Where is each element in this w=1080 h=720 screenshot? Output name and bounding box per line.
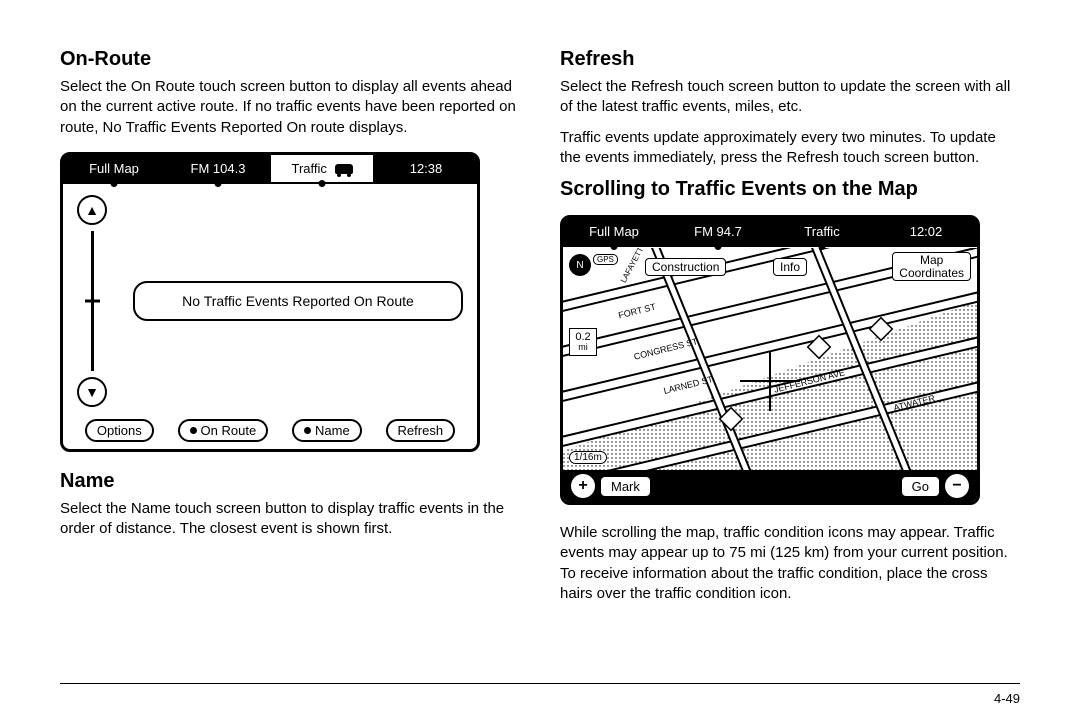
on-route-button[interactable]: On Route	[178, 419, 269, 442]
tab-full-map[interactable]: Full Map	[63, 155, 167, 182]
page-number: 4-49	[994, 691, 1020, 706]
paragraph-refresh-1: Select the Refresh touch screen button t…	[560, 77, 1020, 118]
button-label: Refresh	[398, 423, 444, 438]
zoom-in-button[interactable]: +	[571, 474, 595, 498]
tab-full-map[interactable]: Full Map	[563, 218, 667, 245]
right-column: Refresh Select the Refresh touch screen …	[560, 40, 1020, 680]
heading-on-route: On-Route	[60, 48, 520, 71]
tab-radio[interactable]: FM 94.7	[667, 218, 771, 245]
active-dot-icon	[304, 427, 311, 434]
nav-screen-traffic-list: Full Map FM 104.3 Traffic 12:38	[60, 152, 480, 452]
tab-bar: Full Map FM 104.3 Traffic 12:38	[63, 155, 477, 184]
heading-refresh: Refresh	[560, 48, 1020, 71]
compass-icon[interactable]: N	[569, 254, 591, 276]
info-button[interactable]: Info	[773, 258, 807, 276]
tab-label: Traffic	[804, 224, 839, 239]
button-label: Options	[97, 423, 142, 438]
mark-button[interactable]: Mark	[601, 477, 650, 496]
bottom-button-row: Options On Route Name Refresh	[63, 419, 477, 444]
scroll-indicator	[85, 299, 100, 302]
tab-label: Traffic	[291, 161, 326, 176]
heading-name: Name	[60, 470, 520, 493]
tab-traffic[interactable]: Traffic	[771, 218, 875, 245]
tab-radio[interactable]: FM 104.3	[167, 155, 271, 182]
no-events-message: No Traffic Events Reported On Route	[133, 281, 463, 321]
footer-rule	[60, 683, 1020, 684]
options-button[interactable]: Options	[85, 419, 154, 442]
tab-label: Full Map	[589, 224, 639, 239]
tab-label: FM 104.3	[191, 161, 246, 176]
clock-label: 12:38	[410, 161, 443, 176]
clock-label: 12:02	[910, 224, 943, 239]
tab-traffic[interactable]: Traffic	[271, 155, 375, 182]
tab-time: 12:38	[375, 155, 477, 182]
paragraph-on-route: Select the On Route touch screen button …	[60, 77, 520, 138]
chevron-up-icon: ▲	[85, 202, 99, 218]
left-column: On-Route Select the On Route touch scree…	[60, 40, 520, 680]
map-svg	[563, 248, 977, 502]
button-label: Name	[315, 423, 350, 438]
button-label: On Route	[201, 423, 257, 438]
plus-icon: +	[578, 477, 587, 495]
map-area[interactable]: N GPS Construction Info Map Coordinates …	[563, 248, 977, 502]
chevron-down-icon: ▼	[85, 384, 99, 400]
tab-label: Full Map	[89, 161, 139, 176]
scroll-up-button[interactable]: ▲	[77, 195, 107, 225]
list-pane: ▲ ▼ No Traffic Events Reported On Route	[63, 187, 477, 415]
scroll-down-button[interactable]: ▼	[77, 377, 107, 407]
tab-bar: Full Map FM 94.7 Traffic 12:02	[563, 218, 977, 247]
tab-time: 12:02	[875, 218, 977, 245]
paragraph-name: Select the Name touch screen button to d…	[60, 499, 520, 540]
go-button[interactable]: Go	[902, 477, 939, 496]
map-bottom-bar: + Mark Go −	[563, 470, 977, 502]
car-icon	[335, 164, 353, 174]
map-coordinates-button[interactable]: Map Coordinates	[892, 252, 971, 281]
gps-badge: GPS	[593, 254, 618, 265]
traffic-event-label: Construction	[645, 258, 726, 276]
tab-label: FM 94.7	[694, 224, 742, 239]
name-button[interactable]: Name	[292, 419, 362, 442]
zoom-out-button[interactable]: −	[945, 474, 969, 498]
zoom-scale-box[interactable]: 0.2 mi	[569, 328, 597, 356]
label-line2: Coordinates	[899, 266, 964, 280]
minus-icon: −	[952, 477, 961, 495]
active-dot-icon	[190, 427, 197, 434]
scale-badge: 1/16m	[569, 451, 607, 464]
paragraph-scrolling: While scrolling the map, traffic conditi…	[560, 523, 1020, 604]
refresh-button[interactable]: Refresh	[386, 419, 456, 442]
paragraph-refresh-2: Traffic events update approximately ever…	[560, 128, 1020, 169]
nav-screen-map: Full Map FM 94.7 Traffic 12:02	[560, 215, 980, 505]
zoom-unit: mi	[570, 343, 596, 353]
heading-scrolling: Scrolling to Traffic Events on the Map	[560, 178, 1020, 201]
